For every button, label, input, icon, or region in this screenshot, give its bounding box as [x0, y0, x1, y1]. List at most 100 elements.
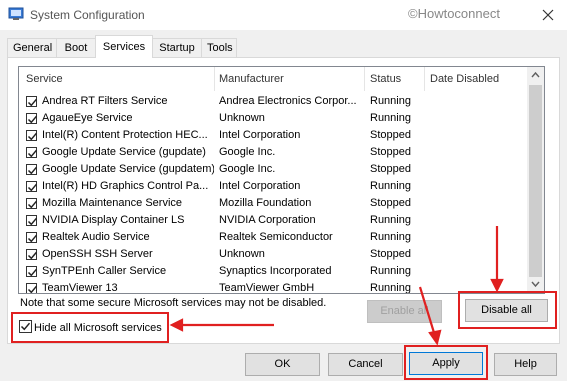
tab-general[interactable]: General [7, 38, 57, 57]
service-manufacturer: Unknown [219, 112, 265, 124]
service-manufacturer: Andrea Electronics Corpor... [219, 95, 357, 107]
hide-ms-services-checkbox[interactable] [19, 320, 32, 333]
service-status: Running [370, 265, 411, 277]
checkmark-icon [27, 251, 38, 260]
service-checkbox[interactable] [26, 181, 38, 192]
service-manufacturer: Google Inc. [219, 163, 276, 175]
checkmark-icon [27, 234, 38, 243]
checkmark-icon [27, 285, 38, 293]
service-manufacturer: Mozilla Foundation [219, 197, 312, 209]
service-status: Running [370, 214, 411, 226]
service-name: TeamViewer 13 [42, 282, 118, 294]
table-row[interactable]: OpenSSH SSH Server Unknown Stopped [19, 246, 527, 263]
table-row[interactable]: Intel(R) HD Graphics Control Pa... Intel … [19, 178, 527, 195]
table-row[interactable]: Andrea RT Filters Service Andrea Electron… [19, 93, 527, 110]
tab-tools[interactable]: Tools [201, 38, 237, 57]
checkmark-icon [27, 98, 38, 107]
tab-services[interactable]: Services [95, 35, 153, 58]
checkmark-icon [27, 115, 38, 124]
service-manufacturer: NVIDIA Corporation [219, 214, 316, 226]
apply-button[interactable]: Apply [409, 352, 483, 375]
table-row[interactable]: SynTPEnh Caller Service Synaptics Incorpo… [19, 263, 527, 280]
service-checkbox[interactable] [26, 266, 38, 277]
service-status: Stopped [370, 163, 411, 175]
column-header-service[interactable]: Service [26, 67, 63, 91]
ok-button[interactable]: OK [245, 353, 320, 376]
service-checkbox[interactable] [26, 198, 38, 209]
service-manufacturer: TeamViewer GmbH [219, 282, 315, 294]
table-row[interactable]: Google Update Service (gupdate) Google In… [19, 144, 527, 161]
checkmark-icon [27, 217, 38, 226]
service-manufacturer: Google Inc. [219, 146, 276, 158]
service-status: Stopped [370, 129, 411, 141]
column-header-date-disabled[interactable]: Date Disabled [430, 67, 499, 91]
service-name: Intel(R) HD Graphics Control Pa... [42, 180, 209, 192]
service-manufacturer: Unknown [219, 248, 265, 260]
service-name: OpenSSH SSH Server [42, 248, 153, 260]
service-checkbox[interactable] [26, 249, 38, 260]
column-header-status[interactable]: Status [370, 67, 401, 91]
secure-services-note: Note that some secure Microsoft services… [20, 297, 327, 309]
service-manufacturer: Realtek Semiconductor [219, 231, 333, 243]
service-checkbox[interactable] [26, 232, 38, 243]
hide-ms-services-label[interactable]: Hide all Microsoft services [34, 322, 162, 334]
service-name: NVIDIA Display Container LS [42, 214, 185, 226]
table-row[interactable]: Google Update Service (gupdatem) Google I… [19, 161, 527, 178]
service-checkbox[interactable] [26, 113, 38, 124]
close-icon[interactable] [540, 7, 556, 23]
service-checkbox[interactable] [26, 96, 38, 107]
service-checkbox[interactable] [26, 147, 38, 158]
service-manufacturer: Synaptics Incorporated [219, 265, 332, 277]
service-status: Stopped [370, 248, 411, 260]
scroll-down-icon[interactable] [531, 281, 540, 288]
column-separator[interactable] [364, 67, 365, 91]
scroll-up-icon[interactable] [531, 71, 540, 78]
checkmark-icon [27, 149, 38, 158]
column-header-manufacturer[interactable]: Manufacturer [219, 67, 284, 91]
service-status: Stopped [370, 197, 411, 209]
system-configuration-icon [8, 7, 24, 20]
watermark-text: ©Howtoconnect [408, 6, 500, 21]
table-row[interactable]: AgaueEye Service Unknown Running [19, 110, 527, 127]
services-list[interactable]: Service Manufacturer Status Date Disable… [18, 66, 545, 294]
table-row[interactable]: Intel(R) Content Protection HEC... Intel … [19, 127, 527, 144]
checkmark-icon [27, 268, 38, 277]
enable-all-button[interactable]: Enable all [367, 300, 442, 323]
service-name: Andrea RT Filters Service [42, 95, 168, 107]
service-name: AgaueEye Service [42, 112, 133, 124]
checkmark-icon [20, 322, 31, 331]
service-name: Intel(R) Content Protection HEC... [42, 129, 208, 141]
checkmark-icon [27, 132, 38, 141]
tab-boot[interactable]: Boot [56, 38, 96, 57]
service-status: Stopped [370, 146, 411, 158]
service-manufacturer: Intel Corporation [219, 180, 301, 192]
scrollbar-thumb[interactable] [529, 85, 542, 277]
service-checkbox[interactable] [26, 215, 38, 226]
table-row[interactable]: NVIDIA Display Container LS NVIDIA Corpor… [19, 212, 527, 229]
table-row[interactable]: Realtek Audio Service Realtek Semiconduct… [19, 229, 527, 246]
help-button[interactable]: Help [494, 353, 557, 376]
tab-startup[interactable]: Startup [152, 38, 202, 57]
service-checkbox[interactable] [26, 130, 38, 141]
service-manufacturer: Intel Corporation [219, 129, 301, 141]
table-row[interactable]: TeamViewer 13 TeamViewer GmbH Running [19, 280, 527, 294]
service-checkbox[interactable] [26, 164, 38, 175]
service-status: Running [370, 112, 411, 124]
service-name: Google Update Service (gupdatem) [42, 163, 214, 175]
checkmark-icon [27, 200, 38, 209]
service-name: Realtek Audio Service [42, 231, 150, 243]
disable-all-button[interactable]: Disable all [465, 299, 548, 322]
table-row[interactable]: Mozilla Maintenance Service Mozilla Found… [19, 195, 527, 212]
service-checkbox[interactable] [26, 283, 38, 293]
column-separator[interactable] [214, 67, 215, 91]
service-name: SynTPEnh Caller Service [42, 265, 167, 277]
checkmark-icon [27, 183, 38, 192]
service-name: Mozilla Maintenance Service [42, 197, 183, 209]
window-title: System Configuration [30, 8, 145, 22]
cancel-button[interactable]: Cancel [328, 353, 403, 376]
service-name: Google Update Service (gupdate) [42, 146, 206, 158]
service-status: Running [370, 180, 411, 192]
service-status: Running [370, 231, 411, 243]
column-separator[interactable] [424, 67, 425, 91]
checkmark-icon [27, 166, 38, 175]
